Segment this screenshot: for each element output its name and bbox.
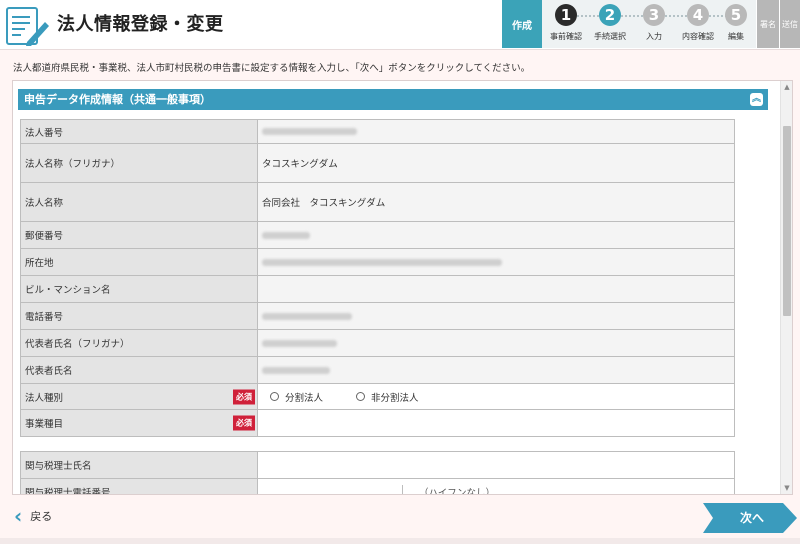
address-value [257,248,735,276]
required-badge: 必須 [233,415,255,431]
bottom-strip [0,538,800,544]
field-label: 郵便番号 [20,221,258,249]
section-header[interactable]: 申告データ作成情報（共通一般事項） ︽ [18,89,768,110]
table-row: 代表者氏名（フリガナ） [20,329,735,357]
field-label-with-required: 法人種別 必須 [20,383,258,410]
step-2: 2 手続選択 [588,4,632,46]
tax-accountant-name-input[interactable] [257,451,735,479]
tax-accountant-table: 関与税理士氏名 関与税理士電話番号 （ハイフンなし） [20,451,735,494]
table-row: 郵便番号 [20,221,735,249]
table-row: 所在地 [20,248,735,276]
scroll-thumb[interactable] [783,126,791,316]
step-current-create: 作成 [502,0,542,48]
corporation-type-radio-group: 分割法人 非分割法人 [257,383,735,410]
radio-non-divided-corporation[interactable] [356,392,366,401]
header: 法人情報登録・変更 作成 1 事前確認 2 手続選択 3 入力 4 内容確認 5… [0,0,800,50]
field-label: 関与税理士電話番号 [20,478,258,494]
representative-name-value [257,356,735,384]
field-label: 電話番号 [20,302,258,330]
tax-accountant-phone-cell: （ハイフンなし） [257,478,735,494]
postal-code-value [257,221,735,249]
next-label: 次へ [739,511,764,525]
chevron-double-up-icon[interactable]: ︽ [750,93,763,106]
field-label: 事業種目 [25,419,64,430]
corporate-name-value: 合同会社 タコスキングダム [257,182,735,222]
step-number: 1 [555,4,577,26]
field-label-with-required: 事業種目 必須 [20,409,258,437]
step-number: 3 [643,4,665,26]
field-label: 所在地 [20,248,258,276]
radio-divided-corporation[interactable] [270,392,279,401]
field-label: 代表者氏名 [20,356,258,384]
step-label: 事前確認 [550,32,582,41]
document-edit-icon [6,7,49,46]
field-label: 関与税理士氏名 [20,451,258,479]
table-row: 法人名称（フリガナ） タコスキングダム [20,143,735,183]
building-name-value [257,275,735,303]
step-sign: 署名 [757,0,779,48]
back-button[interactable]: ‹ 戻る [14,504,53,528]
field-label: ビル・マンション名 [20,275,258,303]
step-label: 入力 [646,32,662,41]
step-indicator: 作成 1 事前確認 2 手続選択 3 入力 4 内容確認 5 編集 署名 送信 [502,0,800,48]
step-number: 4 [687,4,709,26]
page-title: 法人情報登録・変更 [57,14,224,35]
vertical-scrollbar[interactable]: ▲ ▼ [780,81,792,494]
step-number: 2 [599,4,621,26]
company-info-table: 法人番号 法人名称（フリガナ） タコスキングダム 法人名称 合同会社 タコスキン… [20,119,735,437]
phone-number-value [257,302,735,330]
scroll-down-icon[interactable]: ▼ [781,482,792,494]
table-row: 電話番号 [20,302,735,330]
step-send: 送信 [780,0,800,48]
chevron-left-icon: ‹ [14,504,23,528]
section-title: 申告データ作成情報（共通一般事項） [24,93,211,106]
table-row: ビル・マンション名 [20,275,735,303]
step-3: 3 入力 [632,4,676,46]
table-row: 関与税理士氏名 [20,451,735,479]
field-label: 代表者氏名（フリガナ） [20,329,258,357]
field-label: 法人種別 [25,392,64,404]
business-type-input[interactable] [257,409,735,437]
back-label: 戻る [30,510,53,523]
table-row: 事業種目 必須 [20,409,735,437]
hyphen-note: （ハイフンなし） [402,485,495,494]
instruction-text: 法人都道府県民税・事業税、法人市町村民税の申告書に設定する情報を入力し、「次へ」… [13,63,531,74]
step-number: 5 [725,4,747,26]
table-row: 関与税理士電話番号 （ハイフンなし） [20,478,735,494]
step-1: 1 事前確認 [544,4,588,46]
radio-label[interactable]: 分割法人 [285,393,323,404]
step-5: 5 編集 [714,4,758,46]
field-label: 法人番号 [20,119,258,144]
radio-label[interactable]: 非分割法人 [371,393,419,404]
required-badge: 必須 [233,389,255,404]
corporate-name-kana-value: タコスキングダム [257,143,735,183]
table-row: 法人種別 必須 分割法人 非分割法人 [20,383,735,410]
field-label: 法人名称 [20,182,258,222]
form-panel: 申告データ作成情報（共通一般事項） ︽ 法人番号 法人名称（フリガナ） タコスキ… [12,80,793,495]
field-label: 法人名称（フリガナ） [20,143,258,183]
representative-kana-value [257,329,735,357]
next-button[interactable]: 次へ [703,503,797,533]
table-row: 法人名称 合同会社 タコスキングダム [20,182,735,222]
step-label: 編集 [728,32,744,41]
step-label: 手続選択 [594,32,626,41]
table-row: 代表者氏名 [20,356,735,384]
table-row: 法人番号 [20,119,735,144]
corporate-number-value [257,119,735,144]
scroll-up-icon[interactable]: ▲ [781,81,792,93]
